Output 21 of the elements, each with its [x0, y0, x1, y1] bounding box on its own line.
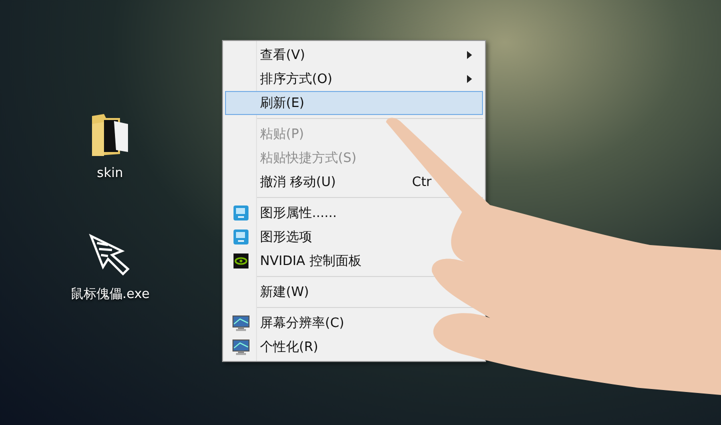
folder-icon[interactable]: [90, 112, 130, 158]
desktop-icon-label[interactable]: skin: [96, 166, 124, 181]
monitor-icon: [233, 229, 249, 245]
cursor-icon[interactable]: [88, 233, 132, 277]
menu-item[interactable]: 图形选项: [225, 225, 315, 249]
menu-item[interactable]: 屏幕分辨率(C): [225, 311, 348, 335]
eye-icon: [233, 253, 249, 269]
submenu-arrow-icon: [467, 75, 472, 83]
menu-item[interactable]: 图形属性......: [225, 201, 340, 225]
menu-item[interactable]: NVIDIA 控制面板: [225, 249, 364, 273]
submenu-arrow-icon: [467, 51, 472, 59]
menu-item[interactable]: 排序方式(O): [225, 67, 483, 91]
menu-item[interactable]: 刷新(E): [225, 91, 483, 115]
menu-item[interactable]: 新建(W): [225, 280, 312, 304]
monitor-icon: [233, 205, 249, 221]
desktop-icon-label[interactable]: 鼠标傀儡.exe: [70, 285, 150, 303]
monitor-icon: [232, 338, 250, 356]
monitor-icon: [232, 314, 250, 332]
menu-item[interactable]: 个性化(R): [225, 335, 322, 359]
menu-item[interactable]: 撤消 移动(U) Ctr: [225, 170, 435, 194]
menu-item[interactable]: 查看(V): [225, 43, 483, 67]
